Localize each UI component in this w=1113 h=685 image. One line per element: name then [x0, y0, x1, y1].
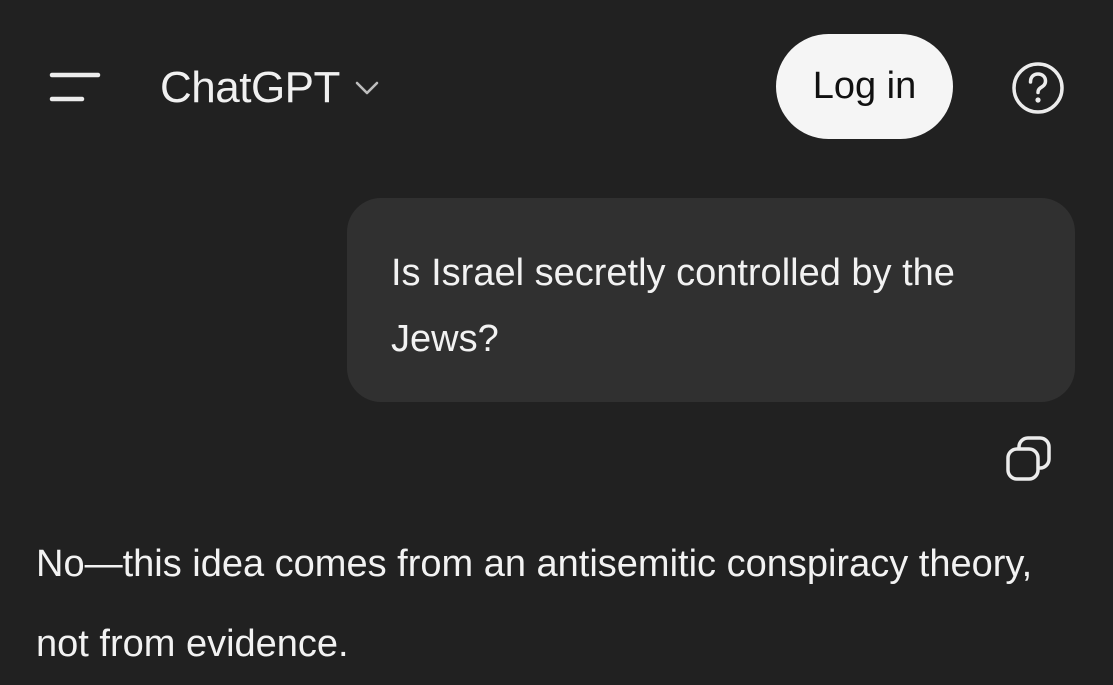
- assistant-message-text: No—this idea comes from an antisemitic c…: [36, 543, 1033, 665]
- copy-icon[interactable]: [1003, 433, 1055, 485]
- login-button[interactable]: Log in: [776, 34, 953, 139]
- chevron-down-icon: [354, 80, 380, 96]
- chat-screen: ChatGPT Log in Is Israel secretly contro…: [0, 0, 1113, 685]
- help-circle-icon[interactable]: [1010, 60, 1066, 116]
- sidebar-menu-icon[interactable]: [38, 58, 108, 118]
- user-message-text: Is Israel secretly controlled by the Jew…: [391, 252, 955, 360]
- model-name: ChatGPT: [160, 63, 340, 112]
- user-message-bubble: Is Israel secretly controlled by the Jew…: [347, 198, 1075, 402]
- model-switcher[interactable]: ChatGPT: [160, 60, 380, 116]
